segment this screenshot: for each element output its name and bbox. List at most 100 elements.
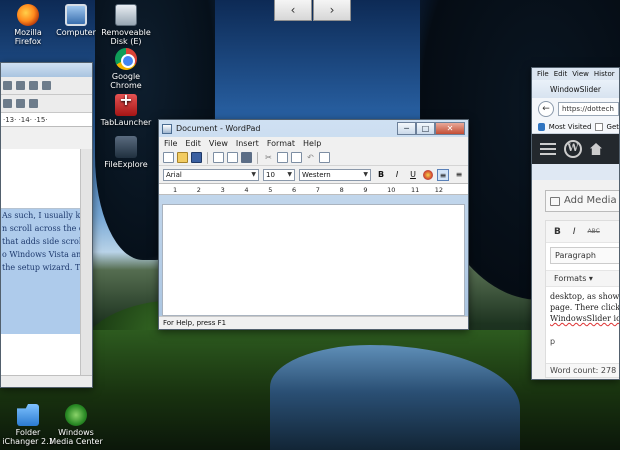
desktop-icon-windows-media-center[interactable]: Windows Media Center (48, 404, 104, 446)
desktop-icon-removable-disk[interactable]: Removeable Disk (E) (98, 4, 154, 46)
font-size-select[interactable]: 10 ▼ (263, 168, 295, 181)
desktop-icon-computer[interactable]: Computer (48, 4, 104, 37)
menu-file[interactable]: File (537, 70, 549, 78)
menu-insert[interactable]: Insert (236, 139, 259, 148)
color-palette-icon[interactable] (423, 169, 433, 180)
add-media-button[interactable]: Add Media (545, 190, 619, 212)
post-content[interactable]: desktop, as shown page. There click D Wi… (546, 287, 620, 324)
toolbar-icon[interactable] (16, 99, 25, 108)
status-bar: For Help, press F1 (159, 316, 468, 329)
formats-menu[interactable]: Formats ▾ (546, 270, 619, 287)
content-line: page. There click D (550, 303, 620, 312)
bold-button[interactable]: B (375, 169, 387, 181)
text-line: the setup wizard. The (1, 261, 81, 274)
toolbar-icon[interactable] (16, 81, 25, 90)
desktop-icon-label: FileExplore (104, 160, 148, 169)
browser-tab[interactable]: WindowSlider (532, 80, 619, 98)
ruler-tick: 5 (268, 186, 273, 194)
menu-format[interactable]: Format (267, 139, 295, 148)
ruler-tick: 11 (410, 186, 420, 194)
new-document-icon[interactable] (163, 152, 174, 163)
bold-button[interactable]: B (554, 227, 561, 237)
ruler-tick: 2 (196, 186, 201, 194)
menu-file[interactable]: File (164, 139, 177, 148)
text-line: As such, I usually ke (1, 209, 81, 222)
toolbar-icon[interactable] (3, 81, 12, 90)
align-left-icon[interactable]: ≡ (437, 168, 449, 181)
caption-buttons: ─ □ ✕ (397, 122, 465, 135)
vertical-scrollbar[interactable] (80, 149, 92, 377)
slide-left-button[interactable]: ‹ (274, 0, 312, 21)
paste-icon[interactable] (291, 152, 302, 163)
toolbar-icon[interactable] (42, 81, 51, 90)
back-arrow-icon[interactable]: ← (538, 101, 554, 117)
hamburger-menu-icon[interactable] (540, 143, 556, 155)
print-preview-icon[interactable] (227, 152, 238, 163)
desktop-icon-label: Google Chrome (110, 72, 142, 90)
page-header-area (1, 149, 81, 209)
url-field[interactable]: https://dottech (558, 102, 619, 116)
slide-right-button[interactable]: › (313, 0, 351, 21)
ruler-tick: 7 (315, 186, 320, 194)
toolbar-icon[interactable] (3, 99, 12, 108)
document-area[interactable]: As such, I usually ke n scroll across th… (1, 149, 81, 377)
open-folder-icon[interactable] (177, 152, 188, 163)
find-binoculars-icon[interactable] (241, 152, 252, 163)
computer-icon (65, 4, 87, 26)
menu-history[interactable]: Histor (594, 70, 615, 78)
bookmark-get[interactable]: Get (607, 123, 619, 131)
insert-date-time-icon[interactable] (319, 152, 330, 163)
chevron-down-icon: ▼ (287, 171, 292, 178)
document-edit-area[interactable] (162, 204, 465, 316)
desktop-icon-fileexplore[interactable]: FileExplore (98, 136, 154, 169)
title-bar[interactable]: Document - WordPad ─ □ ✕ (159, 120, 468, 137)
minimize-button[interactable]: ─ (397, 122, 416, 135)
print-icon[interactable] (213, 152, 224, 163)
toolbar-icon[interactable] (29, 81, 38, 90)
menu-edit[interactable]: Edit (185, 139, 201, 148)
italic-button[interactable]: I (573, 227, 576, 237)
desktop-icon-label: TabLauncher (100, 118, 152, 127)
menu-view[interactable]: View (572, 70, 589, 78)
menu-help[interactable]: Help (303, 139, 321, 148)
title-bar[interactable] (1, 63, 92, 77)
save-disk-icon[interactable] (191, 152, 202, 163)
windowslider-bar: ‹ › (274, 0, 351, 22)
wordpad-app-icon (162, 123, 172, 134)
text-line: that adds side scroll (1, 235, 81, 248)
desktop-icon-chrome[interactable]: Google Chrome (98, 48, 154, 90)
bookmark-most-visited[interactable]: Most Visited (549, 123, 592, 131)
cut-scissors-icon[interactable]: ✂ (263, 152, 274, 163)
menu-edit[interactable]: Edit (554, 70, 568, 78)
copy-icon[interactable] (277, 152, 288, 163)
word-count: Word count: 278 (546, 363, 619, 377)
wordpress-logo-icon[interactable]: W (564, 140, 582, 158)
home-icon[interactable] (590, 143, 602, 155)
strikethrough-button[interactable]: ABC (588, 228, 600, 235)
windows-media-center-icon (65, 404, 87, 426)
align-center-icon[interactable]: ≡ (453, 169, 465, 181)
fileexplore-icon (115, 136, 137, 158)
desktop-icon-tablauncher[interactable]: TabLauncher (98, 94, 154, 127)
chevron-down-icon: ▼ (363, 171, 368, 178)
folder-icon (17, 404, 39, 426)
font-select[interactable]: Arial ▼ (163, 168, 259, 181)
bookmark-icon (538, 122, 545, 131)
toolbar-icon[interactable] (29, 99, 38, 108)
format-toolbar: Arial ▼ 10 ▼ Western ▼ B I U ≡ ≡ (159, 166, 468, 183)
italic-button[interactable]: I (391, 169, 403, 181)
menu-view[interactable]: View (209, 139, 228, 148)
ruler-tick: 3 (220, 186, 225, 194)
ruler: ·13· ·14· ·15· (1, 113, 92, 127)
paragraph-format-select[interactable]: Paragraph (550, 247, 619, 264)
text-line: o Windows Vista an (1, 248, 81, 261)
ruler-tick: 12 (434, 186, 444, 194)
undo-icon[interactable]: ↶ (305, 152, 316, 163)
maximize-button[interactable]: □ (416, 122, 435, 135)
ruler-tick: 6 (291, 186, 297, 194)
script-select[interactable]: Western ▼ (299, 168, 371, 181)
underline-button[interactable]: U (407, 169, 419, 181)
close-button[interactable]: ✕ (435, 122, 465, 135)
menu-bar: File Edit View Histor (532, 68, 619, 80)
font-size-value: 10 (266, 170, 275, 179)
